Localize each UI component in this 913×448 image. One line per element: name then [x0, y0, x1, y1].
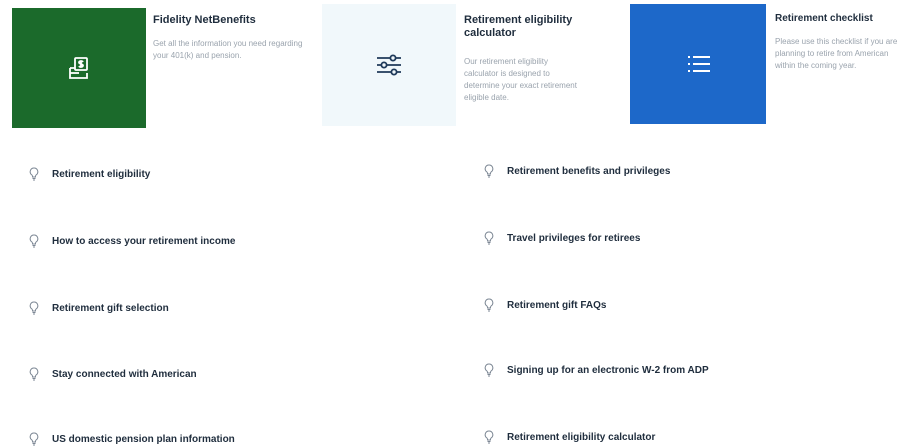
link-access-retirement-income[interactable]: How to access your retirement income: [28, 233, 235, 249]
document-dollar-icon: [66, 55, 92, 81]
lightbulb-icon: [28, 366, 40, 382]
lightbulb-icon: [483, 230, 495, 246]
card-description: Our retirement eligibility calculator is…: [464, 57, 577, 102]
link-retirement-gift-faqs[interactable]: Retirement gift FAQs: [483, 297, 606, 313]
link-retirement-eligibility-calculator[interactable]: Retirement eligibility calculator: [483, 429, 655, 445]
lightbulb-icon: [483, 362, 495, 378]
lightbulb-icon: [483, 163, 495, 179]
card-title[interactable]: Retirement eligibility calculator: [464, 14, 604, 40]
card-description: Get all the information you need regardi…: [153, 39, 303, 60]
link-travel-privileges[interactable]: Travel privileges for retirees: [483, 230, 640, 246]
link-label[interactable]: Retirement gift selection: [52, 303, 169, 314]
link-label[interactable]: Retirement eligibility calculator: [507, 432, 655, 443]
link-label[interactable]: Signing up for an electronic W-2 from AD…: [507, 365, 709, 376]
card-title[interactable]: Fidelity NetBenefits: [153, 14, 303, 27]
link-label[interactable]: Retirement eligibility: [52, 169, 150, 180]
lightbulb-icon: [483, 429, 495, 445]
link-retirement-eligibility[interactable]: Retirement eligibility: [28, 166, 150, 182]
lightbulb-icon: [28, 431, 40, 447]
card-checklist-icon-tile[interactable]: [630, 4, 766, 124]
card-description: Please use this checklist if you are pla…: [775, 37, 898, 70]
card-title[interactable]: Retirement checklist: [775, 12, 905, 25]
link-retirement-gift-selection[interactable]: Retirement gift selection: [28, 300, 169, 316]
card-calculator-icon-tile[interactable]: [322, 4, 456, 126]
link-label[interactable]: Travel privileges for retirees: [507, 233, 640, 244]
link-label[interactable]: How to access your retirement income: [52, 236, 235, 247]
lightbulb-icon: [28, 300, 40, 316]
link-label[interactable]: US domestic pension plan information: [52, 434, 235, 445]
link-retirement-benefits-privileges[interactable]: Retirement benefits and privileges: [483, 163, 670, 179]
list-icon: [683, 52, 713, 76]
link-label[interactable]: Stay connected with American: [52, 369, 197, 380]
link-electronic-w2-adp[interactable]: Signing up for an electronic W-2 from AD…: [483, 362, 709, 378]
link-label[interactable]: Retirement benefits and privileges: [507, 166, 670, 177]
sliders-icon: [374, 52, 404, 78]
card-fidelity-icon-tile[interactable]: [12, 8, 146, 128]
lightbulb-icon: [483, 297, 495, 313]
link-stay-connected[interactable]: Stay connected with American: [28, 366, 197, 382]
link-us-domestic-pension[interactable]: US domestic pension plan information: [28, 431, 235, 447]
lightbulb-icon: [28, 166, 40, 182]
link-label[interactable]: Retirement gift FAQs: [507, 300, 606, 311]
lightbulb-icon: [28, 233, 40, 249]
